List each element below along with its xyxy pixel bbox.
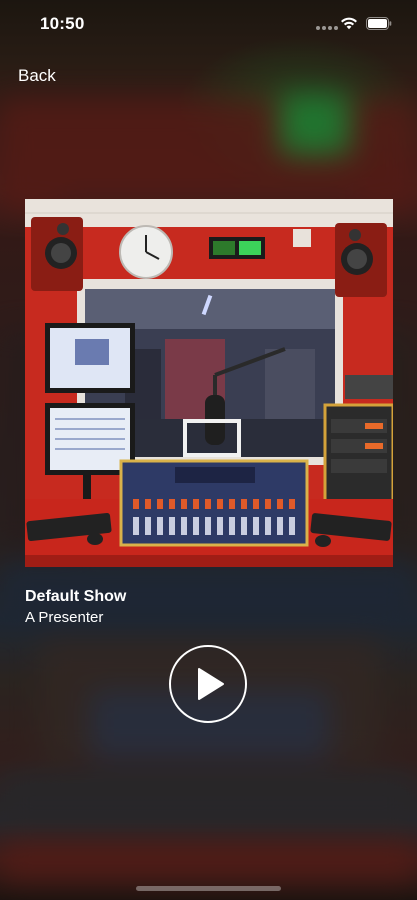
signal-dots-icon xyxy=(316,26,338,30)
play-button[interactable] xyxy=(169,645,247,723)
now-playing-screen: 10:50 Back Default Show A Presenter xyxy=(0,0,417,900)
play-icon xyxy=(198,668,224,700)
back-button[interactable]: Back xyxy=(18,66,56,86)
radio-studio-artwork xyxy=(25,199,393,567)
status-time: 10:50 xyxy=(40,14,85,33)
home-indicator[interactable] xyxy=(136,886,281,891)
show-title: Default Show xyxy=(25,588,127,605)
battery-icon xyxy=(366,17,392,30)
presenter-name: A Presenter xyxy=(25,609,104,626)
wifi-icon xyxy=(341,17,357,30)
status-bar: 10:50 xyxy=(0,0,417,48)
